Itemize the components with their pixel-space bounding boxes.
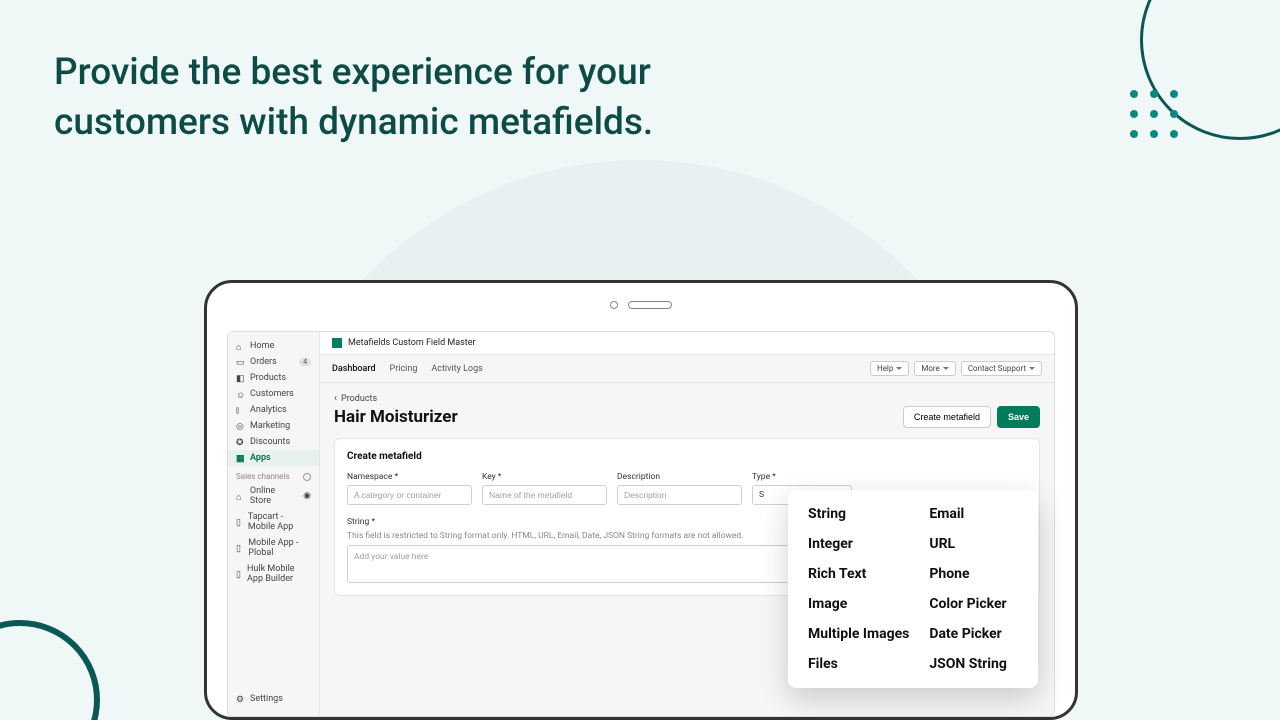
customers-icon: ☺	[236, 390, 245, 399]
type-option-json-string[interactable]: JSON String	[929, 656, 1018, 672]
orders-icon: ▭	[236, 358, 245, 367]
page-title: Hair Moisturizer	[334, 407, 458, 427]
mobile-icon: ▯	[236, 544, 243, 553]
create-metafield-button[interactable]: Create metafield	[903, 406, 991, 428]
sidebar-item-products[interactable]: ◧ Products	[228, 370, 319, 386]
appbar: Metafields Custom Field Master	[320, 332, 1054, 355]
products-icon: ◧	[236, 374, 245, 383]
contact-label: Contact Support	[968, 364, 1026, 373]
decorative-circle-bottom-left	[0, 620, 100, 720]
sidebar-item-label: Apps	[250, 453, 271, 463]
caret-icon	[1029, 367, 1035, 370]
sidebar-item-orders[interactable]: ▭ Orders 4	[228, 354, 319, 370]
sidebar-item-label: Analytics	[250, 405, 287, 415]
discounts-icon: ✪	[236, 438, 245, 447]
headline: Provide the best experience for your cus…	[54, 48, 814, 148]
eye-icon[interactable]: ◉	[303, 491, 311, 501]
sidebar-item-analytics[interactable]: ⫾ Analytics	[228, 402, 319, 418]
camera-icon	[610, 301, 618, 309]
type-option-email[interactable]: Email	[929, 506, 1018, 522]
namespace-field: Namespace *	[347, 472, 472, 505]
type-option-string[interactable]: String	[808, 506, 909, 522]
tab-dashboard[interactable]: Dashboard	[332, 364, 376, 374]
channel-label: Hulk Mobile App Builder	[247, 564, 311, 584]
help-button[interactable]: Help	[870, 361, 909, 376]
sidebar-item-home[interactable]: ⌂ Home	[228, 338, 319, 354]
description-label: Description	[617, 472, 742, 482]
type-option-date-picker[interactable]: Date Picker	[929, 626, 1018, 642]
channel-plobal[interactable]: ▯ Mobile App - Plobal	[228, 535, 319, 561]
sidebar-item-label: Discounts	[250, 437, 290, 447]
channel-tapcart[interactable]: ▯ Tapcart - Mobile App	[228, 509, 319, 535]
sidebar: ⌂ Home ▭ Orders 4 ◧ Products ☺ Customers ⫾ Ana…	[228, 332, 320, 716]
type-option-phone[interactable]: Phone	[929, 566, 1018, 582]
marketing-icon: ◎	[236, 422, 245, 431]
sidebar-item-label: Customers	[250, 389, 294, 399]
sidebar-item-settings[interactable]: ⚙ Settings	[228, 688, 319, 710]
breadcrumb-label: Products	[341, 394, 377, 404]
contact-support-button[interactable]: Contact Support	[961, 361, 1042, 376]
sidebar-item-label: Marketing	[250, 421, 290, 431]
section-text: Sales channels	[236, 472, 290, 481]
sales-channels-label: Sales channels	[228, 466, 319, 483]
type-option-url[interactable]: URL	[929, 536, 1018, 552]
tab-pricing[interactable]: Pricing	[390, 364, 418, 374]
channel-label: Online Store	[250, 486, 298, 506]
sidebar-item-label: Home	[250, 341, 274, 351]
analytics-icon: ⫾	[236, 406, 245, 415]
home-icon: ⌂	[236, 342, 245, 351]
decorative-dots	[1130, 90, 1180, 140]
type-option-multiple-images[interactable]: Multiple Images	[808, 626, 909, 642]
save-button[interactable]: Save	[997, 406, 1040, 428]
channel-label: Tapcart - Mobile App	[248, 512, 311, 532]
namespace-input[interactable]	[347, 485, 472, 505]
caret-icon	[896, 367, 902, 370]
add-channel-icon[interactable]	[303, 473, 311, 481]
app-logo-icon	[332, 338, 342, 348]
tablet-notch	[610, 301, 672, 309]
key-input[interactable]	[482, 485, 607, 505]
type-option-rich-text[interactable]: Rich Text	[808, 566, 909, 582]
channel-online-store[interactable]: ⌂ Online Store ◉	[228, 483, 319, 509]
type-popover: String Email Integer URL Rich Text Phone…	[788, 490, 1038, 688]
tabbar: Dashboard Pricing Activity Logs Help Mor…	[320, 355, 1054, 383]
mobile-icon: ▯	[236, 570, 242, 579]
type-option-files[interactable]: Files	[808, 656, 909, 672]
orders-badge: 4	[299, 358, 311, 366]
type-option-image[interactable]: Image	[808, 596, 909, 612]
breadcrumb[interactable]: ‹ Products	[334, 393, 1040, 404]
description-input[interactable]	[617, 485, 742, 505]
more-button[interactable]: More	[914, 361, 955, 376]
more-label: More	[921, 364, 939, 373]
channel-hulk[interactable]: ▯ Hulk Mobile App Builder	[228, 561, 319, 587]
sidebar-item-apps[interactable]: ▦ Apps	[228, 450, 319, 466]
help-label: Help	[877, 364, 893, 373]
key-label: Key *	[482, 472, 607, 482]
channel-label: Mobile App - Plobal	[248, 538, 311, 558]
mobile-icon: ▯	[236, 518, 243, 527]
sidebar-item-customers[interactable]: ☺ Customers	[228, 386, 319, 402]
store-icon: ⌂	[236, 492, 245, 501]
type-value: S	[759, 490, 764, 500]
sidebar-item-label: Orders	[250, 357, 277, 367]
sidebar-item-marketing[interactable]: ◎ Marketing	[228, 418, 319, 434]
type-label: Type *	[752, 472, 852, 482]
appbar-title: Metafields Custom Field Master	[348, 338, 476, 348]
caret-icon	[943, 367, 949, 370]
description-field: Description	[617, 472, 742, 505]
card-title: Create metafield	[347, 451, 1027, 462]
chevron-left-icon: ‹	[334, 393, 337, 404]
key-field: Key *	[482, 472, 607, 505]
sidebar-item-label: Products	[250, 373, 286, 383]
sidebar-item-discounts[interactable]: ✪ Discounts	[228, 434, 319, 450]
settings-label: Settings	[250, 694, 283, 704]
string-label: String *	[347, 517, 375, 527]
apps-icon: ▦	[236, 454, 245, 463]
tab-activity-logs[interactable]: Activity Logs	[431, 364, 482, 374]
gear-icon: ⚙	[236, 695, 245, 704]
speaker-icon	[628, 301, 672, 309]
type-option-color-picker[interactable]: Color Picker	[929, 596, 1018, 612]
type-option-integer[interactable]: Integer	[808, 536, 909, 552]
namespace-label: Namespace *	[347, 472, 472, 482]
